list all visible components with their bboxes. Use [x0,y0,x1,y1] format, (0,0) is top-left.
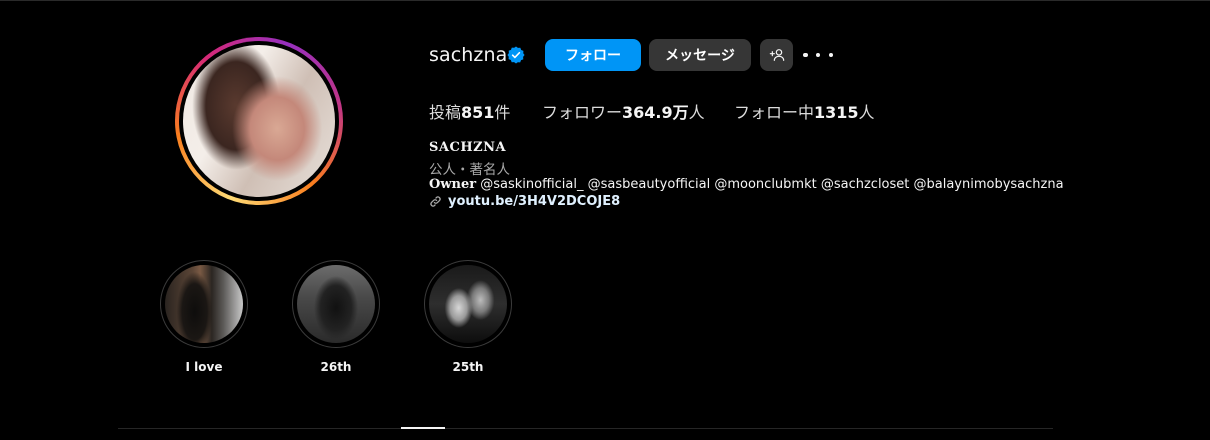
highlight-ring [292,260,380,348]
bio-category: 公人・著名人 [429,162,510,178]
story-highlight[interactable]: 26th [292,260,380,374]
avatar[interactable] [175,37,343,205]
posts-count: 投稿851件 [429,103,511,122]
highlight-label: 26th [320,360,352,374]
top-border [0,0,1210,1]
follow-button[interactable]: フォロー [545,39,641,71]
username: sachzna [429,44,508,66]
highlight-cover [165,265,243,343]
add-person-icon [769,49,784,61]
message-button[interactable]: メッセージ [649,39,751,71]
highlight-ring [424,260,512,348]
tabs-divider [118,428,1053,429]
bio-text: Owner @saskinofficial_ @sasbeautyofficia… [429,177,1064,192]
ellipsis-icon[interactable] [803,46,833,64]
profile-photo [183,45,335,197]
profile-page: sachzna フォロー メッセージ 投稿851件 フォロワー364.9万人 フ… [0,0,1210,440]
verified-badge-icon [507,46,525,64]
highlight-label: 25th [452,360,484,374]
story-highlight[interactable]: 25th [424,260,512,374]
following-count[interactable]: フォロー中1315人 [734,99,875,123]
bio-mentions[interactable]: @saskinofficial_ @sasbeautyofficial @moo… [476,177,1063,192]
followers-count[interactable]: フォロワー364.9万人 [542,99,705,123]
bio-name: SACHZNA [429,140,507,155]
bio-link-text[interactable]: youtu.be/3H4V2DCOJE8 [448,194,620,209]
story-highlight[interactable]: I love [160,260,248,374]
highlight-cover [429,265,507,343]
link-icon [430,196,441,207]
active-tab-indicator[interactable] [401,427,445,429]
bio-owner-label: Owner [429,177,477,192]
bio-link[interactable]: youtu.be/3H4V2DCOJE8 [429,194,620,209]
highlight-cover [297,265,375,343]
highlight-label: I love [185,360,223,374]
highlight-ring [160,260,248,348]
add-user-button[interactable] [760,39,793,71]
